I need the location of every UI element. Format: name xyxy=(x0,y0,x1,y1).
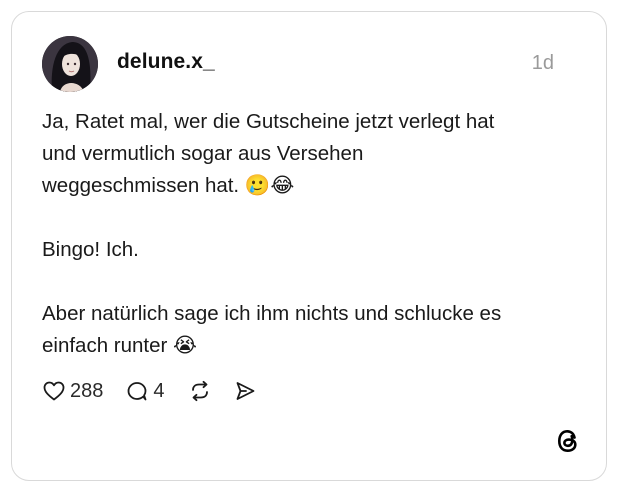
share-button[interactable] xyxy=(233,379,257,403)
heart-icon xyxy=(42,379,66,403)
like-count: 288 xyxy=(70,379,104,402)
post-paragraph: Ja, Ratet mal, wer die Gutscheine jetzt … xyxy=(42,110,495,197)
avatar[interactable] xyxy=(42,36,98,92)
repost-button[interactable] xyxy=(187,379,213,403)
post-card: delune.x_ 1d Ja, Ratet mal, wer die Guts… xyxy=(11,11,607,481)
comment-icon xyxy=(125,379,149,403)
post-paragraph: Bingo! Ich. xyxy=(42,238,139,261)
reply-button[interactable]: 4 xyxy=(125,379,165,403)
repost-icon xyxy=(187,379,213,403)
like-button[interactable]: 288 xyxy=(42,379,103,403)
username[interactable]: delune.x_ xyxy=(117,50,215,74)
post-actions: 288 4 xyxy=(42,376,257,406)
reply-count: 4 xyxy=(153,379,165,402)
post-text: Ja, Ratet mal, wer die Gutscheine jetzt … xyxy=(42,106,582,362)
post-paragraph: Aber natürlich sage ich ihm nichts und s… xyxy=(42,302,502,357)
threads-logo-icon xyxy=(554,426,584,456)
post-timestamp: 1d xyxy=(531,52,554,74)
send-icon xyxy=(233,379,257,403)
